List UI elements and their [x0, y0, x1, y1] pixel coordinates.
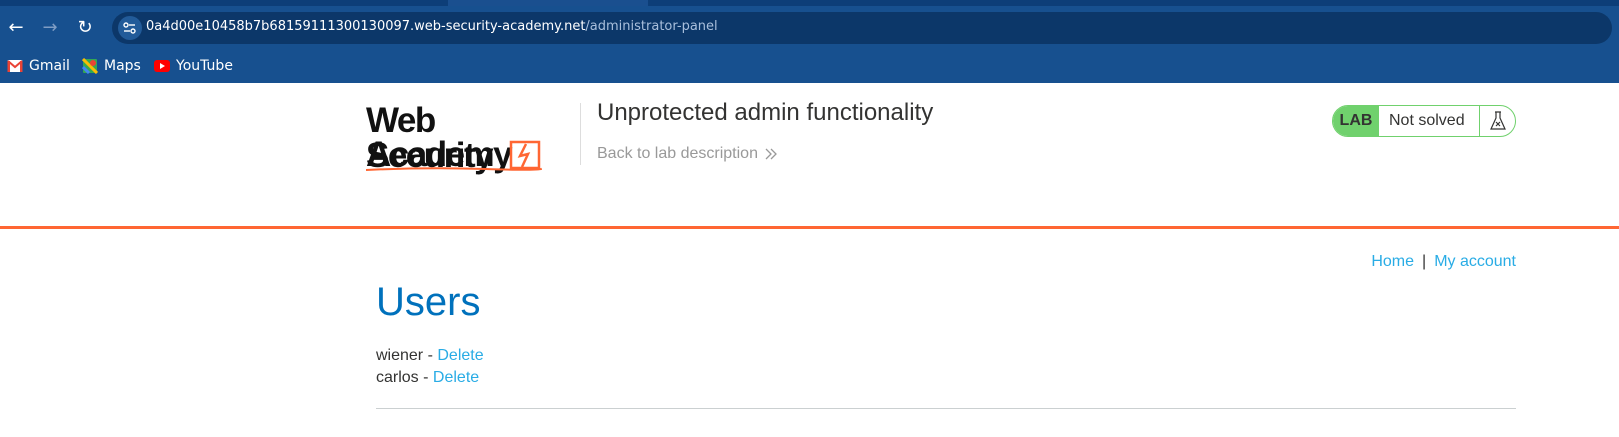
bookmark-maps[interactable]: Maps: [82, 54, 141, 78]
url-host: 0a4d00e10458b7b68159111300130097.web-sec…: [146, 19, 586, 34]
gmail-icon: [7, 60, 23, 72]
url-text: 0a4d00e10458b7b68159111300130097.web-sec…: [146, 19, 718, 34]
site-info-icon[interactable]: [118, 16, 142, 40]
header-divider: [580, 103, 581, 165]
bookmark-label: Maps: [104, 58, 141, 74]
top-nav: Home | My account: [1371, 253, 1516, 271]
lab-title: Unprotected admin functionality: [597, 99, 934, 126]
address-bar[interactable]: 0a4d00e10458b7b68159111300130097.web-sec…: [112, 12, 1612, 44]
youtube-icon: [154, 60, 170, 72]
back-to-lab-link[interactable]: Back to lab description: [597, 145, 778, 163]
back-arrow-icon[interactable]: ←: [4, 16, 28, 40]
header-rule: [0, 226, 1619, 229]
user-list: wiener - Delete carlos - Delete: [376, 345, 484, 389]
lab-status-text: Not solved: [1389, 112, 1465, 129]
nav-separator: |: [1422, 253, 1427, 270]
double-chevron-right-icon: [765, 148, 777, 160]
bookmark-label: Gmail: [29, 58, 70, 74]
flask-icon: [1479, 106, 1515, 136]
bookmark-label: YouTube: [176, 58, 233, 74]
back-link-label: Back to lab description: [597, 145, 758, 162]
home-link[interactable]: Home: [1371, 253, 1414, 270]
web-security-academy-logo[interactable]: Web Security Academy: [366, 101, 562, 173]
content-divider: [376, 408, 1516, 409]
page-title: Users: [376, 280, 481, 324]
logo-underline: [366, 167, 542, 171]
lab-page: Web Security Academy Unprotected admin f…: [0, 83, 1619, 437]
maps-icon: [82, 58, 98, 74]
delete-user-button[interactable]: Delete: [433, 369, 479, 386]
bookmarks-bar: Gmail Maps YouTube: [0, 50, 1619, 83]
username: carlos: [376, 369, 419, 386]
lab-badge: LAB: [1333, 106, 1379, 136]
bookmark-youtube[interactable]: YouTube: [154, 54, 233, 78]
username: wiener: [376, 347, 424, 364]
reload-icon[interactable]: ↻: [73, 16, 97, 40]
url-path: /administrator-panel: [585, 19, 718, 34]
delete-user-button[interactable]: Delete: [437, 347, 483, 364]
forward-arrow-icon[interactable]: →: [38, 16, 62, 40]
browser-toolbar: ← → ↻ 0a4d00e10458b7b68159111300130097.w…: [0, 6, 1619, 50]
list-item: wiener - Delete: [376, 347, 484, 364]
my-account-link[interactable]: My account: [1434, 253, 1516, 270]
lab-status-widget: LAB Not solved: [1332, 105, 1516, 137]
bookmark-gmail[interactable]: Gmail: [7, 54, 70, 78]
list-item: carlos - Delete: [376, 369, 480, 386]
